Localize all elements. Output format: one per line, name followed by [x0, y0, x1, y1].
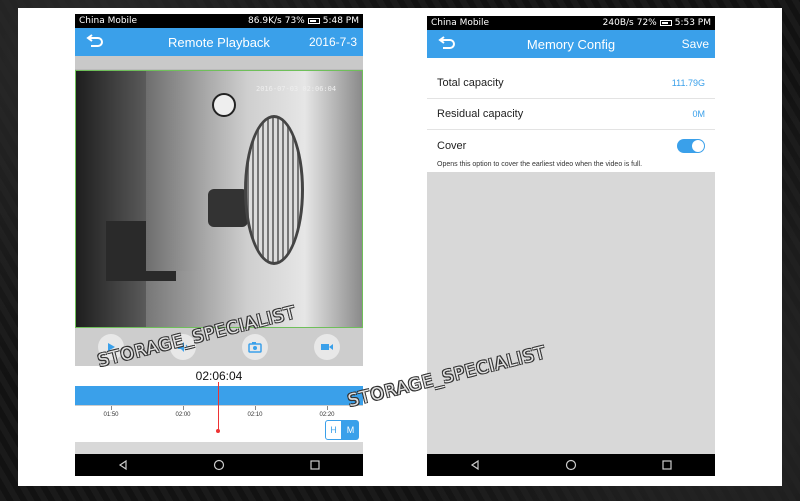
battery-percent: 72%: [636, 18, 657, 28]
snapshot-button[interactable]: [242, 334, 268, 360]
timeline-tick-label: 02:20: [319, 412, 335, 418]
hour-scale-button[interactable]: H: [325, 420, 342, 440]
battery-icon: [307, 18, 320, 24]
total-capacity-label: Total capacity: [437, 77, 504, 89]
cover-row: Cover: [427, 130, 715, 161]
timeline-tick: [111, 406, 112, 410]
memory-config-header: Memory Config Save: [427, 30, 715, 58]
cover-hint-text: Opens this option to cover the earliest …: [427, 161, 715, 172]
record-button[interactable]: [314, 334, 340, 360]
timeline-tick: [327, 406, 328, 410]
video-osd-timestamp: 2016-07-03 02:06:04: [256, 85, 337, 93]
residual-capacity-value: 0M: [692, 109, 705, 119]
timeline-tick: [183, 406, 184, 410]
timeline-tick-label: 02:10: [247, 412, 263, 418]
network-speed: 240B/s: [602, 18, 634, 28]
recents-nav-icon[interactable]: [661, 459, 673, 471]
battery-icon: [659, 20, 672, 26]
scale-toggle: H M: [325, 420, 359, 440]
recents-nav-icon[interactable]: [309, 459, 321, 471]
scene-wall: [146, 71, 206, 271]
settings-list: Total capacity 111.79G Residual capacity…: [427, 58, 715, 172]
page-title: Memory Config: [526, 37, 616, 52]
toggle-knob: [692, 139, 704, 152]
total-capacity-value: 111.79G: [671, 78, 705, 88]
status-bar: China Mobile 86.9K/s 73% 5:48 PM: [75, 14, 363, 28]
playback-date[interactable]: 2016-7-3: [309, 35, 357, 49]
minute-scale-button[interactable]: M: [342, 420, 359, 440]
residual-capacity-label: Residual capacity: [437, 108, 524, 120]
cover-toggle[interactable]: [677, 138, 705, 153]
home-nav-icon[interactable]: [565, 459, 577, 471]
standing-fan: [244, 115, 304, 265]
back-nav-icon[interactable]: [469, 459, 481, 471]
residual-capacity-row: Residual capacity 0M: [427, 99, 715, 130]
clock-time: 5:53 PM: [674, 18, 711, 28]
video-top-strip: [75, 56, 363, 70]
recording-timeline-bar[interactable]: [75, 386, 363, 405]
home-nav-icon[interactable]: [213, 459, 225, 471]
playback-time: 02:06:04: [75, 366, 363, 386]
clock-time: 5:48 PM: [322, 16, 359, 26]
camera-video-feed[interactable]: 2016-07-03 02:06:04: [75, 70, 363, 328]
back-icon[interactable]: [85, 33, 103, 51]
android-nav-bar: [75, 454, 363, 476]
status-bar: China Mobile 240B/s 72% 5:53 PM: [427, 16, 715, 30]
camera-icon: [248, 342, 262, 353]
remote-playback-screen: China Mobile 86.9K/s 73% 5:48 PM Remote …: [75, 14, 363, 476]
timeline-tick-label: 02:00: [175, 412, 191, 418]
timeline-scale[interactable]: 01:50 02:00 02:10 02:20 H M: [75, 382, 363, 442]
wall-clock: [212, 93, 236, 117]
video-record-icon: [321, 344, 333, 350]
fan-motor: [208, 189, 248, 227]
carrier-label: China Mobile: [431, 18, 490, 28]
save-button[interactable]: Save: [682, 37, 709, 51]
back-icon[interactable]: [437, 35, 455, 53]
timeline-tick: [255, 406, 256, 410]
carrier-label: China Mobile: [79, 16, 138, 26]
android-nav-bar: [427, 454, 715, 476]
memory-config-screen: China Mobile 240B/s 72% 5:53 PM Memory C…: [427, 16, 715, 476]
cover-label: Cover: [437, 139, 467, 152]
timeline-cursor-dot: [216, 429, 220, 433]
total-capacity-row: Total capacity 111.79G: [427, 68, 715, 99]
playback-header: Remote Playback 2016-7-3: [75, 28, 363, 56]
back-nav-icon[interactable]: [117, 459, 129, 471]
battery-percent: 73%: [284, 16, 305, 26]
timeline-tick-label: 01:50: [103, 412, 119, 418]
scene-shelf: [76, 71, 146, 327]
timeline-cursor[interactable]: [218, 382, 219, 432]
network-speed: 86.9K/s: [248, 16, 282, 26]
